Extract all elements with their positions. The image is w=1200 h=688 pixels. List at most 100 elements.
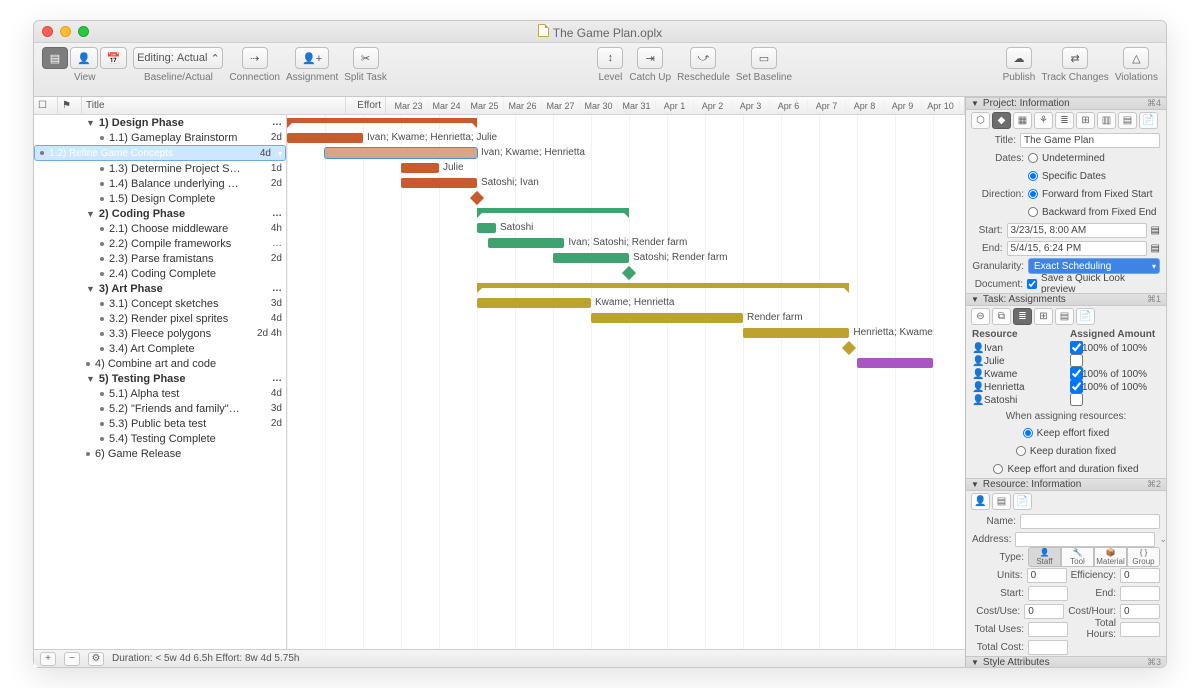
violations-button[interactable]: △ bbox=[1123, 47, 1149, 69]
level-button[interactable]: ↕ bbox=[597, 47, 623, 69]
catchup-button[interactable]: ⇥ bbox=[637, 47, 663, 69]
minimize-icon[interactable] bbox=[60, 26, 71, 37]
start-input[interactable] bbox=[1007, 223, 1147, 238]
task-row[interactable]: 3.1) Concept sketches3d bbox=[34, 296, 286, 311]
view-gantt-button[interactable]: ▤ bbox=[42, 47, 68, 69]
units-input[interactable] bbox=[1027, 568, 1067, 583]
task-row[interactable]: 2.3) Parse framistans2d bbox=[34, 251, 286, 266]
keep-duration-radio[interactable] bbox=[1016, 446, 1026, 456]
task-row[interactable]: 2.4) Coding Complete bbox=[34, 266, 286, 281]
resource-address-input[interactable] bbox=[1015, 532, 1155, 547]
gantt-bar[interactable] bbox=[488, 238, 564, 248]
project-info-header[interactable]: ▼Project: Information⌘4 bbox=[966, 97, 1166, 110]
tab-icon[interactable]: 👤 bbox=[971, 493, 990, 510]
task-row[interactable]: 1.1) Gameplay Brainstorm2d bbox=[34, 130, 286, 145]
tab-icon[interactable]: ▥ bbox=[1097, 112, 1116, 129]
task-row[interactable]: ▼5) Testing Phase… bbox=[34, 371, 286, 386]
gantt-bar[interactable] bbox=[401, 163, 439, 173]
action-button[interactable]: ⚙ bbox=[88, 652, 104, 666]
publish-button[interactable]: ☁ bbox=[1006, 47, 1032, 69]
task-row[interactable]: 6) Game Release bbox=[34, 446, 286, 461]
add-button[interactable]: + bbox=[40, 652, 56, 666]
gantt-bar[interactable] bbox=[591, 313, 743, 323]
res-start-input[interactable] bbox=[1028, 586, 1068, 601]
task-row[interactable]: 1.3) Determine Project Scope1d bbox=[34, 161, 286, 176]
calendar-icon[interactable]: ▤ bbox=[1151, 243, 1160, 254]
gantt-bar[interactable] bbox=[477, 298, 591, 308]
tab-icon[interactable]: ⊞ bbox=[1076, 112, 1095, 129]
style-attributes-header[interactable]: ▼Style Attributes⌘3 bbox=[966, 656, 1166, 667]
task-row[interactable]: 1.4) Balance underlying math2d bbox=[34, 176, 286, 191]
tab-icon[interactable]: 📄 bbox=[1076, 308, 1095, 325]
task-row[interactable]: 1.5) Design Complete bbox=[34, 191, 286, 206]
view-calendar-button[interactable]: 📅 bbox=[100, 47, 128, 69]
gantt-bar[interactable] bbox=[477, 223, 496, 233]
track-changes-button[interactable]: ⇄ bbox=[1062, 47, 1088, 69]
gantt-bar[interactable] bbox=[743, 328, 849, 338]
direction-forward-radio[interactable] bbox=[1028, 189, 1038, 199]
tab-icon[interactable]: ▤ bbox=[992, 493, 1011, 510]
tab-icon[interactable]: ⊖ bbox=[971, 308, 990, 325]
tab-icon[interactable]: 📄 bbox=[1013, 493, 1032, 510]
task-row[interactable]: 5.4) Testing Complete bbox=[34, 431, 286, 446]
assignment-button[interactable]: 👤+ bbox=[295, 47, 329, 69]
task-row[interactable]: 5.2) "Friends and family" beta3d bbox=[34, 401, 286, 416]
task-row[interactable]: 2.1) Choose middleware4h bbox=[34, 221, 286, 236]
close-icon[interactable] bbox=[42, 26, 53, 37]
efficiency-input[interactable] bbox=[1120, 568, 1160, 583]
tab-icon[interactable]: ▤ bbox=[1118, 112, 1137, 129]
tab-icon[interactable]: ≣ bbox=[1055, 112, 1074, 129]
task-row[interactable]: 4) Combine art and code bbox=[34, 356, 286, 371]
task-row[interactable]: 3.4) Art Complete bbox=[34, 341, 286, 356]
keep-effort-radio[interactable] bbox=[1023, 428, 1033, 438]
tab-icon[interactable]: ⚘ bbox=[1034, 112, 1053, 129]
reschedule-button[interactable]: ⤻ bbox=[690, 47, 716, 69]
col-title[interactable]: Title bbox=[82, 97, 346, 114]
tab-icon[interactable]: ⊞ bbox=[1034, 308, 1053, 325]
task-row[interactable]: 2.2) Compile frameworks… bbox=[34, 236, 286, 251]
gantt-group-bar[interactable] bbox=[477, 208, 629, 213]
project-title-input[interactable] bbox=[1020, 133, 1160, 148]
task-row[interactable]: 3.3) Fleece polygons2d 4h bbox=[34, 326, 286, 341]
assign-checkbox[interactable] bbox=[1070, 393, 1083, 406]
view-people-button[interactable]: 👤 bbox=[70, 47, 98, 69]
split-task-button[interactable]: ✂ bbox=[353, 47, 379, 69]
resource-info-header[interactable]: ▼Resource: Information⌘2 bbox=[966, 478, 1166, 491]
remove-button[interactable]: − bbox=[64, 652, 80, 666]
resource-name-input[interactable] bbox=[1020, 514, 1160, 529]
task-row[interactable]: 1.2) Refine Game Concepts4d bbox=[34, 145, 286, 161]
tab-icon[interactable]: ⧉ bbox=[992, 308, 1011, 325]
task-row[interactable]: ▼3) Art Phase… bbox=[34, 281, 286, 296]
res-end-input[interactable] bbox=[1120, 586, 1160, 601]
task-row[interactable]: ▼1) Design Phase… bbox=[34, 115, 286, 130]
resource-row[interactable]: 👤Julie bbox=[972, 355, 1160, 368]
end-input[interactable] bbox=[1007, 241, 1147, 256]
tab-icon[interactable]: 📄 bbox=[1139, 112, 1158, 129]
set-baseline-button[interactable]: ▭ bbox=[751, 47, 777, 69]
col-effort[interactable]: Effort bbox=[346, 97, 386, 114]
task-assignments-header[interactable]: ▼Task: Assignments⌘1 bbox=[966, 293, 1166, 306]
tab-icon[interactable]: ▦ bbox=[1013, 112, 1032, 129]
tab-info-icon[interactable]: ◆ bbox=[992, 112, 1011, 129]
task-row[interactable]: 5.1) Alpha test4d bbox=[34, 386, 286, 401]
connection-button[interactable]: ⇢ bbox=[242, 47, 268, 69]
gantt-bar[interactable] bbox=[857, 358, 933, 368]
gantt-bar[interactable] bbox=[287, 133, 363, 143]
task-outline[interactable]: ▼1) Design Phase…1.1) Gameplay Brainstor… bbox=[34, 115, 287, 649]
dates-undetermined-radio[interactable] bbox=[1028, 153, 1038, 163]
resource-row[interactable]: 👤Henrietta100% of 100% bbox=[972, 381, 1160, 394]
calendar-icon[interactable]: ▤ bbox=[1151, 225, 1160, 236]
dates-specific-radio[interactable] bbox=[1028, 171, 1038, 181]
gantt-bar[interactable] bbox=[401, 178, 477, 188]
zoom-icon[interactable] bbox=[78, 26, 89, 37]
col-flag[interactable]: ⚑ bbox=[58, 97, 82, 114]
quicklook-checkbox[interactable] bbox=[1027, 279, 1037, 289]
gantt-chart[interactable]: Ivan; Kwame; Henrietta; JulieIvan; Kwame… bbox=[287, 115, 965, 649]
granularity-select[interactable]: Exact Scheduling bbox=[1028, 258, 1160, 274]
costhour-input[interactable] bbox=[1120, 604, 1160, 619]
type-segmented[interactable]: 👤Staff 🔧Tool 📦Material { }Group bbox=[1028, 547, 1160, 567]
task-row[interactable]: 3.2) Render pixel sprites4d bbox=[34, 311, 286, 326]
task-row[interactable]: 5.3) Public beta test2d bbox=[34, 416, 286, 431]
costuse-input[interactable] bbox=[1024, 604, 1064, 619]
direction-backward-radio[interactable] bbox=[1028, 207, 1038, 217]
